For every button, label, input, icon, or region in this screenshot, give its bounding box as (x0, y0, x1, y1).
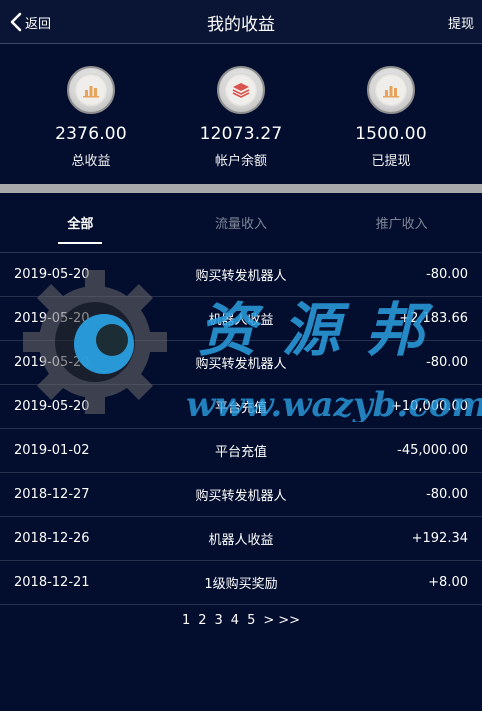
record-description: 购买转发机器人 (195, 357, 287, 372)
page-link-5[interactable]: 5 (247, 613, 255, 628)
back-button[interactable]: 返回 (10, 0, 51, 44)
list-item[interactable]: 2019-01-02 平台充值 -45,000.00 (0, 429, 482, 473)
record-date: 2018-12-26 (14, 531, 90, 546)
record-date: 2019-01-02 (14, 443, 90, 458)
record-amount: +8.00 (428, 575, 468, 590)
filter-tabs: 全部 流量收入 推广收入 (0, 193, 482, 253)
stat-label: 已提现 (371, 154, 411, 169)
record-date: 2019-05-20 (14, 267, 90, 282)
record-amount: -80.00 (426, 267, 468, 282)
earnings-summary: 2376.00 总收益 12073.27 帐户余额 1500.00 已提现 (0, 44, 482, 184)
stat-label: 帐户余额 (214, 154, 267, 169)
chevron-left-icon (10, 12, 22, 32)
record-date: 2019-05-20 (14, 355, 90, 370)
last-page-link[interactable]: >> (278, 613, 300, 628)
record-description: 平台充值 (214, 445, 267, 460)
top-nav-bar: 返回 我的收益 提现 (0, 0, 482, 44)
record-description: 购买转发机器人 (195, 489, 287, 504)
stat-value: 1500.00 (355, 124, 427, 144)
page-link-4[interactable]: 4 (231, 613, 239, 628)
list-item[interactable]: 2018-12-27 购买转发机器人 -80.00 (0, 473, 482, 517)
record-amount: +2,183.66 (399, 311, 468, 326)
list-item[interactable]: 2018-12-21 1级购买奖励 +8.00 (0, 561, 482, 605)
record-amount: -45,000.00 (397, 443, 468, 458)
page-link-3[interactable]: 3 (215, 613, 223, 628)
next-page-link[interactable]: > (263, 613, 274, 628)
stat-label: 总收益 (71, 154, 111, 169)
page-title: 我的收益 (207, 14, 275, 35)
back-label: 返回 (25, 16, 52, 32)
list-item[interactable]: 2019-05-20 平台充值 +10,000.00 (0, 385, 482, 429)
page-link-1[interactable]: 1 (182, 613, 190, 628)
list-item[interactable]: 2018-12-26 机器人收益 +192.34 (0, 517, 482, 561)
tab-traffic-income[interactable]: 流量收入 (161, 193, 322, 252)
record-date: 2018-12-27 (14, 487, 90, 502)
pagination: 1 2 3 4 5 > >> (0, 609, 482, 631)
record-amount: -80.00 (426, 487, 468, 502)
tab-all[interactable]: 全部 (0, 193, 161, 252)
list-item[interactable]: 2019-05-20 购买转发机器人 -80.00 (0, 341, 482, 385)
stat-value: 2376.00 (55, 124, 127, 144)
withdraw-button[interactable]: 提现 (448, 0, 474, 44)
earnings-list: 2019-05-20 购买转发机器人 -80.00 2019-05-20 机器人… (0, 253, 482, 605)
record-description: 平台充值 (214, 401, 267, 416)
list-item[interactable]: 2019-05-20 机器人收益 +2,183.66 (0, 297, 482, 341)
record-amount: +192.34 (411, 531, 468, 546)
tab-promotion-income[interactable]: 推广收入 (321, 193, 482, 252)
record-amount: -80.00 (426, 355, 468, 370)
record-date: 2019-05-20 (14, 311, 90, 326)
record-description: 购买转发机器人 (195, 269, 287, 284)
page-link-2[interactable]: 2 (198, 613, 206, 628)
stat-value: 12073.27 (199, 124, 283, 144)
stat-account-balance: 12073.27 帐户余额 (176, 66, 306, 184)
layers-icon (217, 66, 265, 114)
record-description: 机器人收益 (208, 533, 274, 548)
list-item[interactable]: 2019-05-20 购买转发机器人 -80.00 (0, 253, 482, 297)
stat-total-earnings: 2376.00 总收益 (26, 66, 156, 184)
section-divider (0, 184, 482, 193)
record-amount: +10,000.00 (390, 399, 468, 414)
record-description: 1级购买奖励 (204, 577, 278, 592)
record-date: 2018-12-21 (14, 575, 90, 590)
bar-chart-icon (67, 66, 115, 114)
bar-chart-icon (367, 66, 415, 114)
record-date: 2019-05-20 (14, 399, 90, 414)
record-description: 机器人收益 (208, 313, 274, 328)
stat-withdrawn: 1500.00 已提现 (326, 66, 456, 184)
